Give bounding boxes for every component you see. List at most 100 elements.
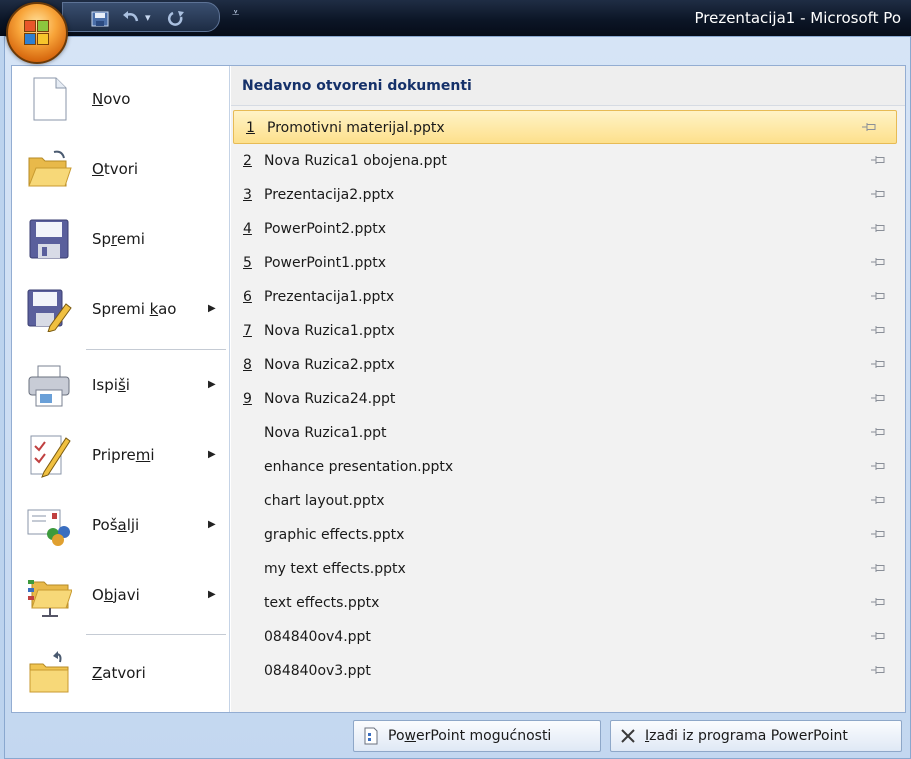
submenu-arrow-icon: ▶ — [208, 519, 216, 530]
recent-item-name: Prezentacija2.pptx — [264, 187, 395, 203]
recent-document-item[interactable]: 084840ov3.ppt — [231, 654, 905, 688]
recent-document-item[interactable]: graphic effects.pptx — [231, 518, 905, 552]
pin-icon[interactable] — [871, 665, 885, 675]
recent-item-name: Promotivni materijal.pptx — [267, 120, 445, 136]
office-button[interactable] — [6, 2, 68, 64]
recent-document-item[interactable]: 5 PowerPoint1.pptx — [231, 246, 905, 280]
recent-item-name: Nova Ruzica24.ppt — [264, 391, 396, 407]
save-icon — [29, 219, 69, 259]
save-icon[interactable] — [91, 7, 109, 29]
command-label: Pošalji — [92, 516, 140, 534]
command-label: Objavi — [92, 586, 140, 604]
recent-document-item[interactable]: 084840ov4.ppt — [231, 620, 905, 654]
submenu-arrow-icon: ▶ — [208, 379, 216, 390]
window-title: Prezentacija1 - Microsoft Po — [694, 9, 901, 27]
undo-icon[interactable] — [121, 7, 141, 29]
recent-document-item[interactable]: my text effects.pptx — [231, 552, 905, 586]
recent-document-item[interactable]: 3 Prezentacija2.pptx — [231, 178, 905, 212]
pin-icon[interactable] — [862, 122, 876, 132]
recent-documents-pane: Nedavno otvoreni dokumenti 1 Promotivni m… — [231, 66, 905, 712]
recent-document-item[interactable]: 9 Nova Ruzica24.ppt — [231, 382, 905, 416]
options-document-icon — [364, 727, 378, 745]
command-zatvori[interactable]: Zatvori — [12, 640, 229, 706]
recent-document-item[interactable]: chart layout.pptx — [231, 484, 905, 518]
command-label: Spremi kao — [92, 300, 177, 318]
pin-icon[interactable] — [871, 393, 885, 403]
close-x-icon — [621, 729, 635, 743]
menu-separator — [86, 349, 226, 350]
send-icon — [27, 509, 70, 546]
recent-document-item[interactable]: text effects.pptx — [231, 586, 905, 620]
recent-item-name: enhance presentation.pptx — [264, 459, 454, 475]
command-posalji[interactable]: Pošalji ▶ — [12, 492, 229, 558]
submenu-arrow-icon: ▶ — [208, 303, 216, 314]
open-folder-icon — [28, 150, 72, 187]
recent-document-item[interactable]: 8 Nova Ruzica2.pptx — [231, 348, 905, 382]
publish-icon — [28, 580, 72, 617]
recent-item-name: Nova Ruzica2.pptx — [264, 357, 395, 373]
customize-toolbar-icon[interactable]: ⩡ — [232, 6, 239, 21]
office-logo-icon — [24, 20, 50, 46]
recent-item-number: 4 — [243, 221, 252, 237]
submenu-arrow-icon: ▶ — [208, 589, 216, 600]
pin-icon[interactable] — [871, 427, 885, 437]
pin-icon[interactable] — [871, 529, 885, 539]
recent-document-item[interactable]: 7 Nova Ruzica1.pptx — [231, 314, 905, 348]
command-spremi[interactable]: Spremi — [12, 206, 229, 272]
command-label: Ispiši — [92, 376, 130, 394]
recent-document-item[interactable]: Nova Ruzica1.ppt — [231, 416, 905, 450]
close-folder-icon — [29, 651, 69, 693]
recent-document-item[interactable]: enhance presentation.pptx — [231, 450, 905, 484]
submenu-arrow-icon: ▶ — [208, 449, 216, 460]
pin-icon[interactable] — [871, 257, 885, 267]
recent-item-number: 8 — [243, 357, 252, 373]
pin-icon[interactable] — [871, 461, 885, 471]
pin-icon[interactable] — [871, 325, 885, 335]
recent-item-number: 2 — [243, 153, 252, 169]
recent-document-item[interactable]: 2 Nova Ruzica1 obojena.ppt — [231, 144, 905, 178]
command-pripremi[interactable]: Pripremi ▶ — [12, 422, 229, 488]
recent-item-name: Nova Ruzica1.pptx — [264, 323, 395, 339]
command-label: Otvori — [92, 160, 139, 178]
command-label: Novo — [92, 90, 131, 108]
exit-label: Izađi iz programa PowerPoint — [645, 728, 848, 744]
command-objavi[interactable]: Objavi ▶ — [12, 562, 229, 628]
recent-item-name: PowerPoint2.pptx — [264, 221, 386, 237]
pin-icon[interactable] — [871, 359, 885, 369]
command-spremi-kao[interactable]: Spremi kao ▶ — [12, 276, 229, 342]
exit-powerpoint-button[interactable]: Izađi iz programa PowerPoint — [610, 720, 902, 752]
recent-item-number: 9 — [243, 391, 252, 407]
quick-access-toolbar: ▾ — [62, 2, 220, 32]
recent-item-name: 084840ov4.ppt — [264, 629, 371, 645]
command-label: Zatvori — [92, 664, 146, 682]
pin-icon[interactable] — [871, 631, 885, 641]
pin-icon[interactable] — [871, 155, 885, 165]
undo-dropdown-icon[interactable]: ▾ — [145, 7, 151, 29]
print-icon — [28, 365, 70, 407]
recent-item-name: my text effects.pptx — [264, 561, 406, 577]
redo-icon[interactable] — [167, 7, 187, 29]
save-as-icon — [27, 289, 72, 332]
recent-item-number: 5 — [243, 255, 252, 271]
command-ispisi[interactable]: Ispiši ▶ — [12, 352, 229, 418]
prepare-icon — [30, 435, 71, 478]
powerpoint-options-button[interactable]: PowerPoint mogućnosti — [353, 720, 601, 752]
menu-body: Novo Otvori Spremi Spremi kao ▶ Ispiši ▶… — [11, 65, 906, 713]
command-novo[interactable]: Novo — [12, 66, 229, 132]
recent-document-item[interactable]: 4 PowerPoint2.pptx — [231, 212, 905, 246]
office-menu: Novo Otvori Spremi Spremi kao ▶ Ispiši ▶… — [4, 36, 911, 759]
command-label: Spremi — [92, 230, 145, 248]
recent-document-item[interactable]: 1 Promotivni materijal.pptx — [233, 110, 897, 144]
pin-icon[interactable] — [871, 597, 885, 607]
pin-icon[interactable] — [871, 563, 885, 573]
pin-icon[interactable] — [871, 223, 885, 233]
recent-document-item[interactable]: 6 Prezentacija1.pptx — [231, 280, 905, 314]
pin-icon[interactable] — [871, 291, 885, 301]
command-otvori[interactable]: Otvori — [12, 136, 229, 202]
command-label: Pripremi — [92, 446, 155, 464]
recent-item-name: text effects.pptx — [264, 595, 380, 611]
options-label: PowerPoint mogućnosti — [388, 728, 552, 744]
recent-item-number: 7 — [243, 323, 252, 339]
pin-icon[interactable] — [871, 495, 885, 505]
pin-icon[interactable] — [871, 189, 885, 199]
